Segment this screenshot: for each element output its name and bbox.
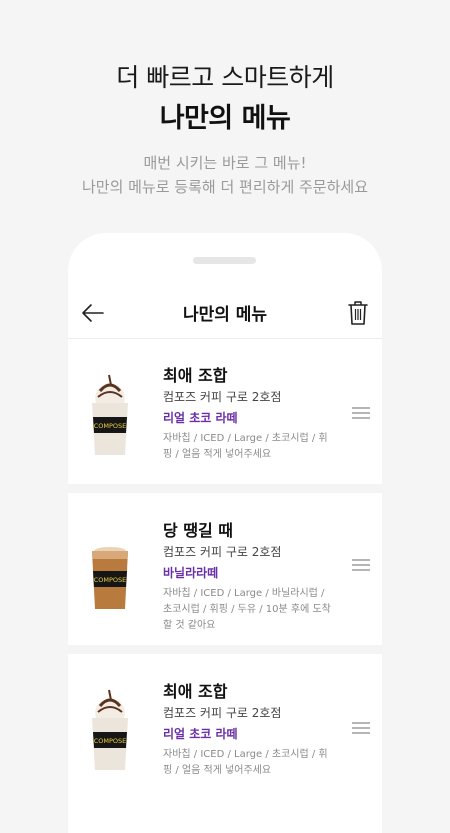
menu-item[interactable]: COMPOSE 최애 조합 컴포즈 커피 구로 2호점 리얼 초코 라떼 자바칩… (68, 339, 382, 484)
menu-item-drink: 바닐라라떼 (163, 566, 219, 580)
menu-item-store: 컴포즈 커피 구로 2호점 (163, 545, 282, 559)
delete-button[interactable] (346, 299, 370, 327)
promo-headline-line1: 더 빠르고 스마트하게 (116, 63, 334, 92)
menu-item-name: 최애 조합 (163, 366, 228, 385)
cup-label: COMPOSE (94, 576, 127, 584)
menu-item-store: 컴포즈 커피 구로 2호점 (163, 390, 282, 404)
promo-description-line2: 나만의 메뉴로 등록해 더 편리하게 주문하세요 (81, 178, 369, 196)
menu-item-options: 자바칩 / ICED / Large / 초코시럽 / 휘핑 / 얼음 적게 넣… (163, 433, 328, 460)
page-title: 나만의 메뉴 (182, 305, 268, 325)
menu-item-options: 자바칩 / ICED / Large / 바닐라시럽 / 초코시럽 / 휘핑 /… (163, 588, 331, 631)
phone-frame: 나만의 메뉴 COMPOSE 최애 조합 컴포즈 커피 구로 2호점 리얼 초코… (68, 233, 382, 833)
app-header: 나만의 메뉴 (68, 288, 382, 339)
reorder-handle-icon[interactable] (352, 407, 370, 419)
trash-icon (348, 301, 368, 325)
reorder-handle-icon[interactable] (352, 559, 370, 571)
menu-item[interactable]: COMPOSE 최애 조합 컴포즈 커피 구로 2호점 리얼 초코 라떼 자바칩… (68, 645, 382, 804)
reorder-handle-icon[interactable] (352, 722, 370, 734)
menu-item-name: 당 땡길 때 (163, 521, 234, 540)
menu-item[interactable]: COMPOSE 당 땡길 때 컴포즈 커피 구로 2호점 바닐라라떼 자바칩 /… (68, 484, 382, 645)
menu-item-text: 최애 조합 컴포즈 커피 구로 2호점 리얼 초코 라떼 자바칩 / ICED … (163, 682, 335, 779)
cup-label: COMPOSE (94, 737, 127, 745)
promo-description-line1: 매번 시키는 바로 그 메뉴! (143, 154, 307, 172)
menu-item-store: 컴포즈 커피 구로 2호점 (163, 706, 282, 720)
menu-item-drink: 리얼 초코 라떼 (163, 727, 238, 741)
chocolate-latte-cup-image: COMPOSE (92, 374, 128, 455)
promo-headline-line2: 나만의 메뉴 (159, 103, 291, 134)
my-menu-list: COMPOSE 최애 조합 컴포즈 커피 구로 2호점 리얼 초코 라떼 자바칩… (68, 339, 382, 804)
vanilla-latte-cup-image: COMPOSE (92, 547, 128, 609)
menu-item-drink: 리얼 초코 라떼 (163, 411, 238, 425)
phone-speaker (193, 257, 256, 264)
menu-item-text: 최애 조합 컴포즈 커피 구로 2호점 리얼 초코 라떼 자바칩 / ICED … (163, 366, 335, 463)
menu-item-options: 자바칩 / ICED / Large / 초코시럽 / 휘핑 / 얼음 적게 넣… (163, 749, 328, 776)
cup-label: COMPOSE (94, 422, 127, 430)
menu-item-text: 당 땡길 때 컴포즈 커피 구로 2호점 바닐라라떼 자바칩 / ICED / … (163, 521, 335, 634)
menu-item-name: 최애 조합 (163, 682, 228, 701)
chocolate-latte-cup-image: COMPOSE (92, 689, 128, 770)
